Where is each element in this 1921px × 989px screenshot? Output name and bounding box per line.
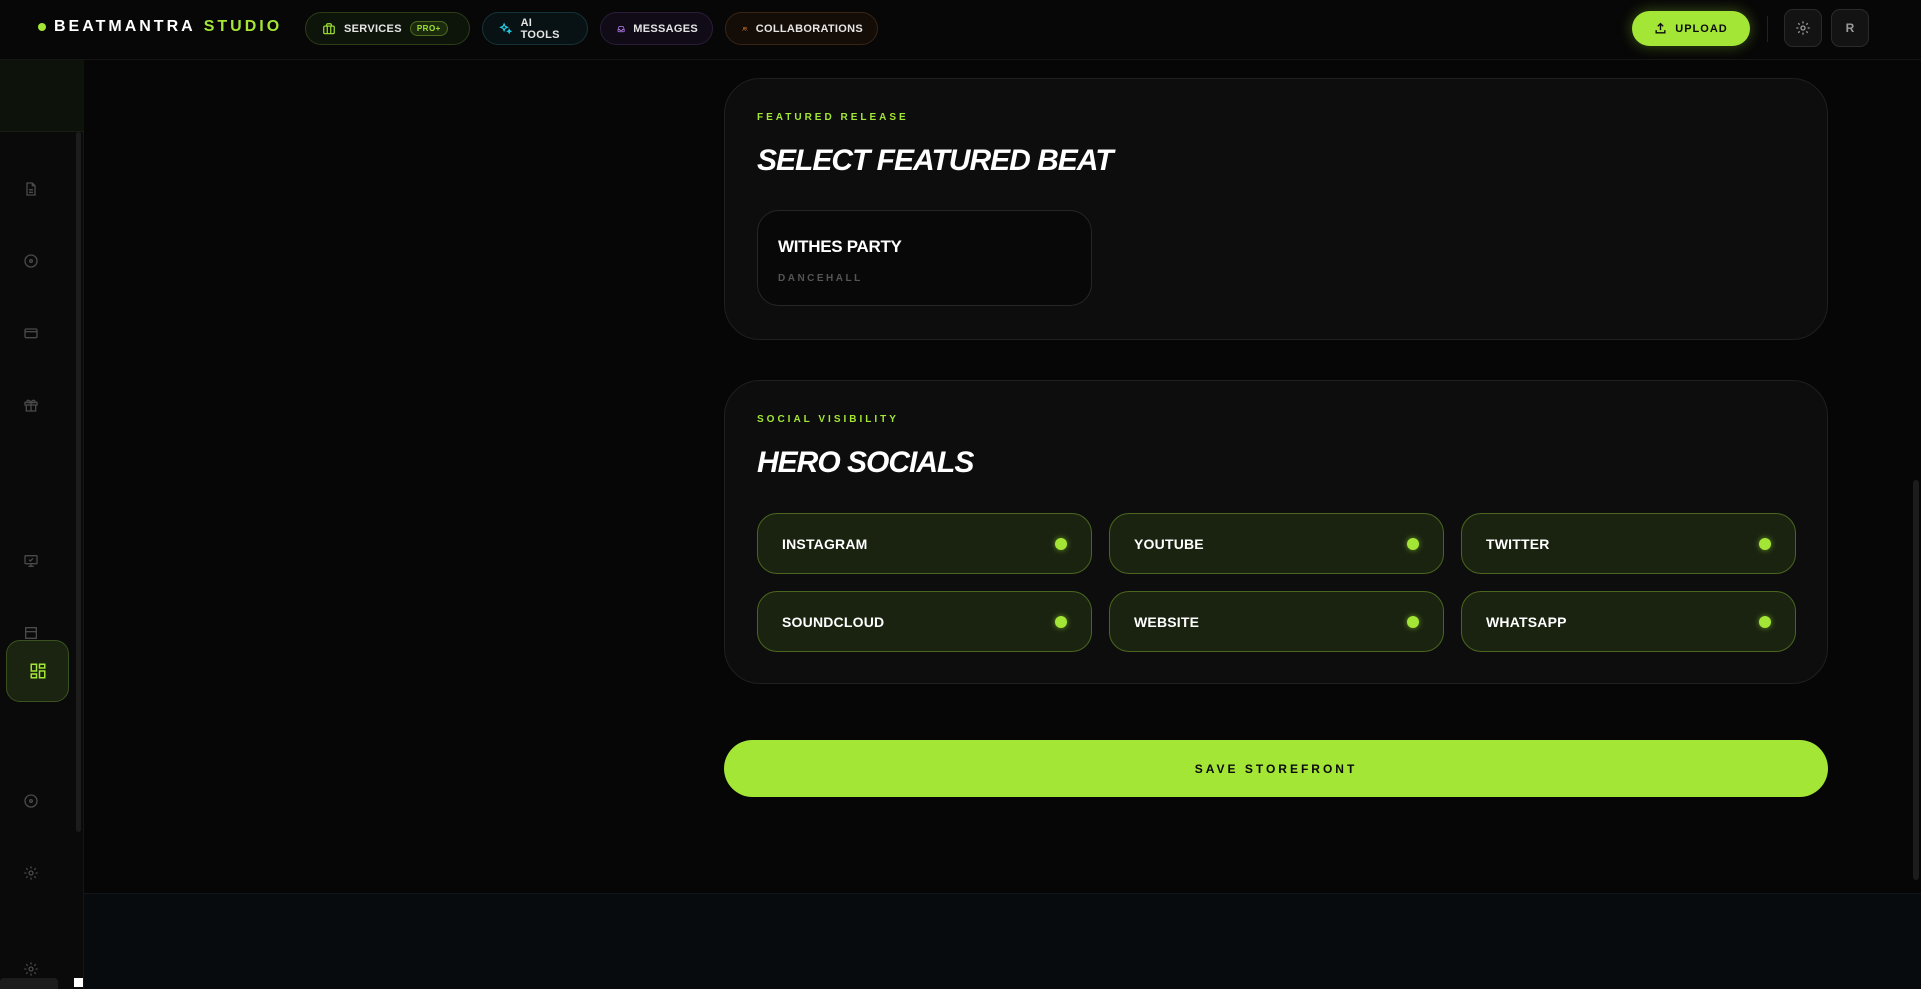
brand-logo[interactable]: BEATMANTRA STUDIO — [38, 18, 282, 36]
disc-icon[interactable] — [18, 788, 44, 814]
sidebar-footer-bar — [0, 978, 58, 989]
social-toggle-website[interactable]: WEBSITE — [1109, 591, 1444, 652]
featured-eyebrow: FEATURED RELEASE — [757, 112, 909, 123]
card-icon[interactable] — [18, 320, 44, 346]
beat-name: WITHES PARTY — [778, 237, 902, 256]
social-toggle-youtube[interactable]: YOUTUBE — [1109, 513, 1444, 574]
settings-button[interactable] — [1784, 9, 1822, 47]
save-storefront-button[interactable]: SAVE STOREFRONT — [724, 740, 1828, 797]
brand-dot-icon — [38, 23, 46, 31]
beat-option-card[interactable]: WITHES PARTY DANCEHALL — [757, 210, 1092, 306]
sidebar-item-dashboard[interactable] — [6, 640, 69, 702]
users-icon — [742, 26, 748, 31]
briefcase-icon — [323, 22, 335, 34]
sparkles-icon — [499, 21, 513, 34]
upload-label: UPLOAD — [1675, 22, 1728, 35]
social-toggle-whatsapp[interactable]: WHATSAPP — [1461, 591, 1796, 652]
upload-button[interactable]: UPLOAD — [1632, 11, 1750, 46]
brand-name: BEATMANTRA — [54, 18, 196, 35]
featured-release-card: FEATURED RELEASE SELECT FEATURED BEAT WI… — [724, 78, 1828, 340]
footer-strip — [84, 893, 1921, 989]
sidebar-scrollbar[interactable] — [76, 132, 81, 832]
status-dot-icon — [1055, 615, 1067, 628]
social-toggle-instagram[interactable]: INSTAGRAM — [757, 513, 1092, 574]
status-dot-icon — [1055, 537, 1067, 550]
inbox-icon — [617, 25, 625, 32]
file-icon[interactable] — [18, 176, 44, 202]
status-dot-icon — [1759, 615, 1771, 628]
featured-title: SELECT FEATURED BEAT — [757, 144, 1114, 177]
social-toggle-twitter[interactable]: TWITTER — [1461, 513, 1796, 574]
nav-services-label: SERVICES — [344, 22, 402, 35]
save-storefront-label: SAVE STOREFRONT — [1194, 761, 1358, 776]
status-dot-icon — [1759, 537, 1771, 550]
sidebar — [0, 60, 84, 989]
social-label: WEBSITE — [1134, 613, 1200, 630]
status-dot-icon — [1407, 615, 1419, 628]
nav-services-button[interactable]: SERVICES PRO+ — [305, 12, 470, 45]
sidebar-footer-marker — [74, 978, 83, 987]
brand-suffix: STUDIO — [203, 18, 283, 35]
monitor-icon[interactable] — [18, 548, 44, 574]
sidebar-header — [0, 60, 84, 132]
social-label: WHATSAPP — [1486, 613, 1567, 630]
disc-icon[interactable] — [18, 248, 44, 274]
nav-collaborations-label: COLLABORATIONS — [755, 22, 863, 35]
upload-icon — [1655, 22, 1666, 34]
gift-icon[interactable] — [18, 392, 44, 418]
nav-messages-button[interactable]: MESSAGES — [600, 12, 713, 45]
social-label: TWITTER — [1486, 535, 1550, 552]
gear-icon — [1796, 21, 1810, 35]
pro-badge: PRO+ — [409, 21, 448, 36]
nav-ai-tools-label: AI TOOLS — [520, 16, 560, 41]
social-label: INSTAGRAM — [782, 535, 868, 552]
social-eyebrow: SOCIAL VISIBILITY — [757, 414, 899, 425]
beat-genre: DANCEHALL — [778, 273, 863, 284]
social-label: YOUTUBE — [1134, 535, 1204, 552]
social-label: SOUNDCLOUD — [782, 613, 885, 630]
social-title: HERO SOCIALS — [757, 446, 974, 479]
gear-icon[interactable] — [18, 860, 44, 886]
nav-messages-label: MESSAGES — [633, 22, 698, 35]
avatar-initial: R — [1845, 21, 1855, 35]
nav-collaborations-button[interactable]: COLLABORATIONS — [725, 12, 878, 45]
social-toggle-soundcloud[interactable]: SOUNDCLOUD — [757, 591, 1092, 652]
avatar-button[interactable]: R — [1831, 9, 1869, 47]
social-visibility-card: SOCIAL VISIBILITY HERO SOCIALS INSTAGRAM… — [724, 380, 1828, 684]
main-scrollbar[interactable] — [1913, 480, 1919, 880]
header-divider — [1767, 16, 1768, 42]
status-dot-icon — [1407, 537, 1419, 550]
nav-ai-tools-button[interactable]: AI TOOLS — [482, 12, 588, 45]
top-bar: BEATMANTRA STUDIO SERVICES PRO+ AI TOOLS… — [0, 0, 1921, 60]
dashboard-icon — [30, 663, 45, 679]
